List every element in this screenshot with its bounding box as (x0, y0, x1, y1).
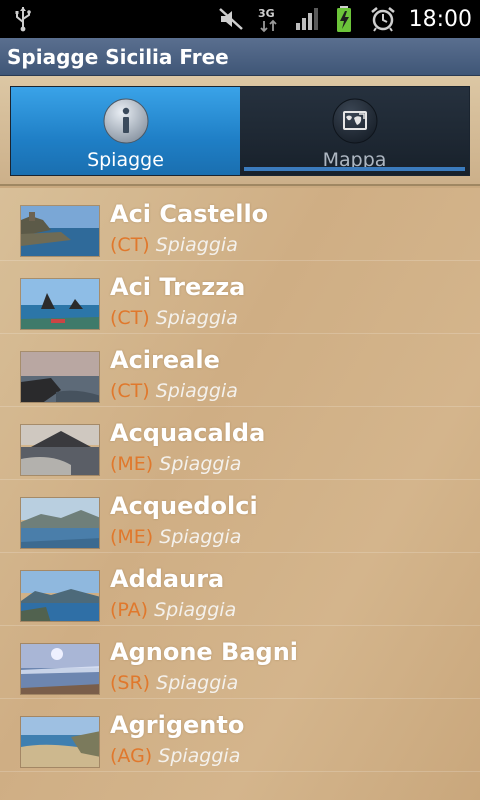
list-item[interactable]: Aci Castello (CT) Spiaggia (0, 188, 480, 261)
beach-province: (ME) (110, 453, 154, 475)
beach-type: Spiaggia (158, 745, 241, 767)
tab-spiagge[interactable]: Spiagge (11, 87, 240, 175)
beach-subtitle: (CT) Spiaggia (110, 307, 238, 329)
app-title-bar: Spiagge Sicilia Free (0, 38, 480, 76)
beach-thumbnail (20, 570, 100, 622)
beach-type: Spiaggia (159, 453, 242, 475)
clock: 18:00 (408, 6, 472, 32)
beach-thumbnail (20, 716, 100, 768)
tab-bar: Spiagge Mappa (10, 86, 470, 176)
3g-icon: 3G (258, 7, 277, 33)
beach-name: Addaura (110, 565, 225, 593)
beach-name: Acquacalda (110, 419, 266, 447)
beach-name: Acireale (110, 346, 220, 374)
beach-thumbnail (20, 424, 100, 476)
beach-type: Spiaggia (156, 672, 239, 694)
beach-subtitle: (AG) Spiaggia (110, 745, 240, 767)
beach-province: (ME) (110, 526, 154, 548)
battery-charging-icon (336, 6, 351, 32)
tab-indicator (244, 167, 465, 171)
beach-name: Acquedolci (110, 492, 258, 520)
beach-thumbnail (20, 278, 100, 330)
beach-province: (SR) (110, 672, 151, 694)
beach-subtitle: (SR) Spiaggia (110, 672, 238, 694)
beach-name: Agnone Bagni (110, 638, 299, 666)
tab-label: Spiagge (87, 149, 164, 171)
map-icon (332, 98, 377, 144)
beach-province: (CT) (110, 380, 150, 402)
alarm-icon (370, 7, 395, 32)
tab-bar-area: Spiagge Mappa (0, 76, 480, 186)
beach-type: Spiaggia (155, 234, 238, 256)
network-label: 3G (258, 7, 275, 20)
beach-subtitle: (CT) Spiaggia (110, 380, 238, 402)
app-title: Spiagge Sicilia Free (7, 45, 229, 69)
beach-name: Agrigento (110, 711, 245, 739)
beach-type: Spiaggia (154, 599, 237, 621)
list-item[interactable]: Agrigento (AG) Spiaggia (0, 699, 480, 772)
status-bar: 3G 18:00 (0, 0, 480, 38)
beach-type: Spiaggia (159, 526, 242, 548)
beach-province: (CT) (110, 234, 150, 256)
beach-subtitle: (PA) Spiaggia (110, 599, 236, 621)
list-item[interactable]: Acquacalda (ME) Spiaggia (0, 407, 480, 480)
beach-thumbnail (20, 205, 100, 257)
beach-type: Spiaggia (155, 380, 238, 402)
beach-name: Aci Trezza (110, 273, 246, 301)
beach-subtitle: (CT) Spiaggia (110, 234, 238, 256)
list-item[interactable]: Agnone Bagni (SR) Spiaggia (0, 626, 480, 699)
beach-name: Aci Castello (110, 200, 269, 228)
list-item[interactable]: Acquedolci (ME) Spiaggia (0, 480, 480, 553)
beach-thumbnail (20, 351, 100, 403)
beach-province: (CT) (110, 307, 150, 329)
list-item[interactable]: Aci Trezza (CT) Spiaggia (0, 261, 480, 334)
beach-thumbnail (20, 643, 100, 695)
beach-subtitle: (ME) Spiaggia (110, 453, 241, 475)
beach-subtitle: (ME) Spiaggia (110, 526, 241, 548)
beach-thumbnail (20, 497, 100, 549)
signal-icon (295, 8, 318, 30)
usb-icon (15, 7, 31, 32)
tab-mappa[interactable]: Mappa (240, 87, 469, 175)
beach-province: (PA) (110, 599, 149, 621)
beach-list: Aci Castello (CT) Spiaggia Aci Trezza (C… (0, 188, 480, 800)
beach-type: Spiaggia (155, 307, 238, 329)
info-icon (103, 98, 148, 144)
mute-icon (218, 8, 243, 30)
list-item[interactable]: Acireale (CT) Spiaggia (0, 334, 480, 407)
beach-province: (AG) (110, 745, 153, 767)
list-item[interactable]: Addaura (PA) Spiaggia (0, 553, 480, 626)
